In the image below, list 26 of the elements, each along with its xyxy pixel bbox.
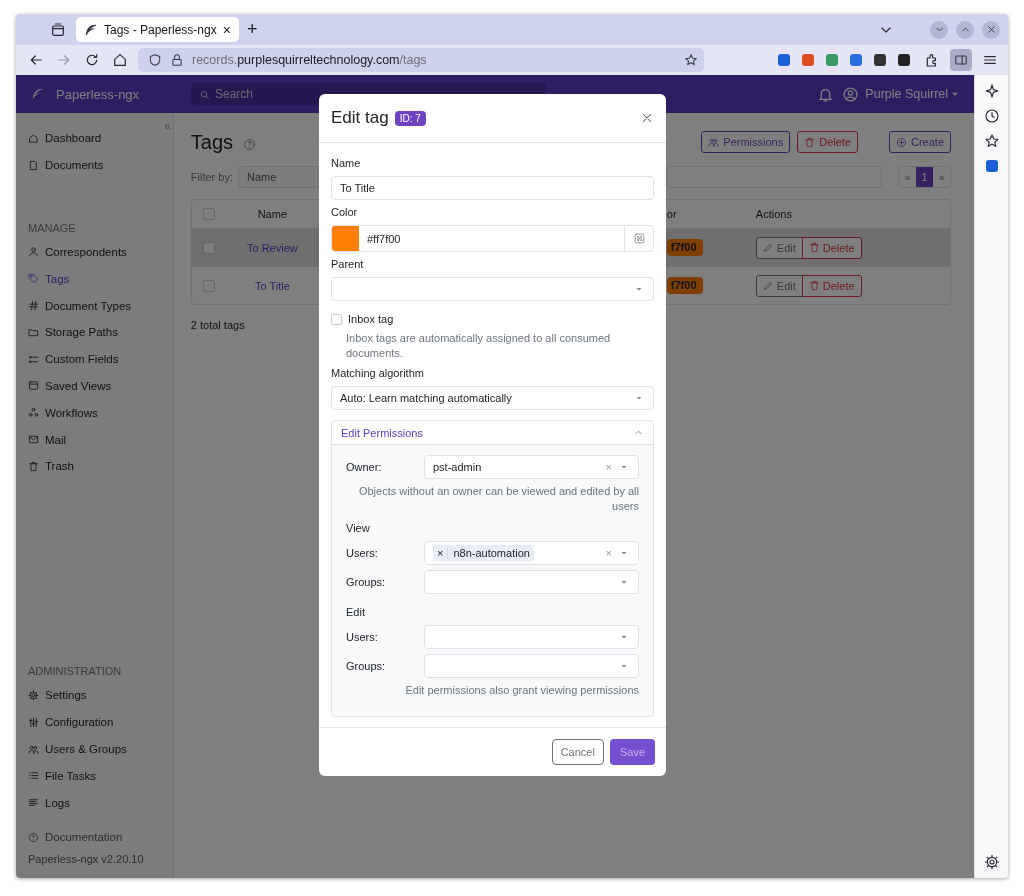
page-title: Tags [190,130,234,154]
filter-label: Filter by: [190,171,234,183]
help-text: Edit permissions also grant viewing permissions [404,683,639,698]
field-label: Color [331,206,359,218]
section-heading: View [346,522,371,534]
help-text: Objects without an owner can be viewed and edited by all users [357,484,639,514]
section-heading: Edit [346,606,366,618]
checkbox-label: Inbox tag [348,313,394,325]
field-label: Name [331,157,362,169]
help-text: Inbox tags are automatically assigned to all consumed documents. [345,331,612,361]
section-heading: MANAGE [28,220,77,236]
field-label: Users: [346,631,379,643]
version-label: Paperless-ngx v2.20.10 [28,852,145,867]
field-label: Users: [346,547,379,559]
id-badge: ID: 7 [394,110,426,126]
tag-color-badge: f7f00 [666,239,703,256]
tag-color-badge: f7f00 [666,277,703,294]
dialog-title: Edit tag [331,108,389,128]
field-label: Owner: [346,461,383,473]
field-label: Groups: [346,576,387,588]
tab-title: Tags - Paperless-ngx [104,22,217,37]
field-label: Groups: [346,660,387,672]
field-label: Matching algorithm [331,367,425,379]
total-count: 2 total tags [190,319,245,331]
column-header: Actions [754,208,793,220]
section-heading: ADMINISTRATION [28,664,123,679]
